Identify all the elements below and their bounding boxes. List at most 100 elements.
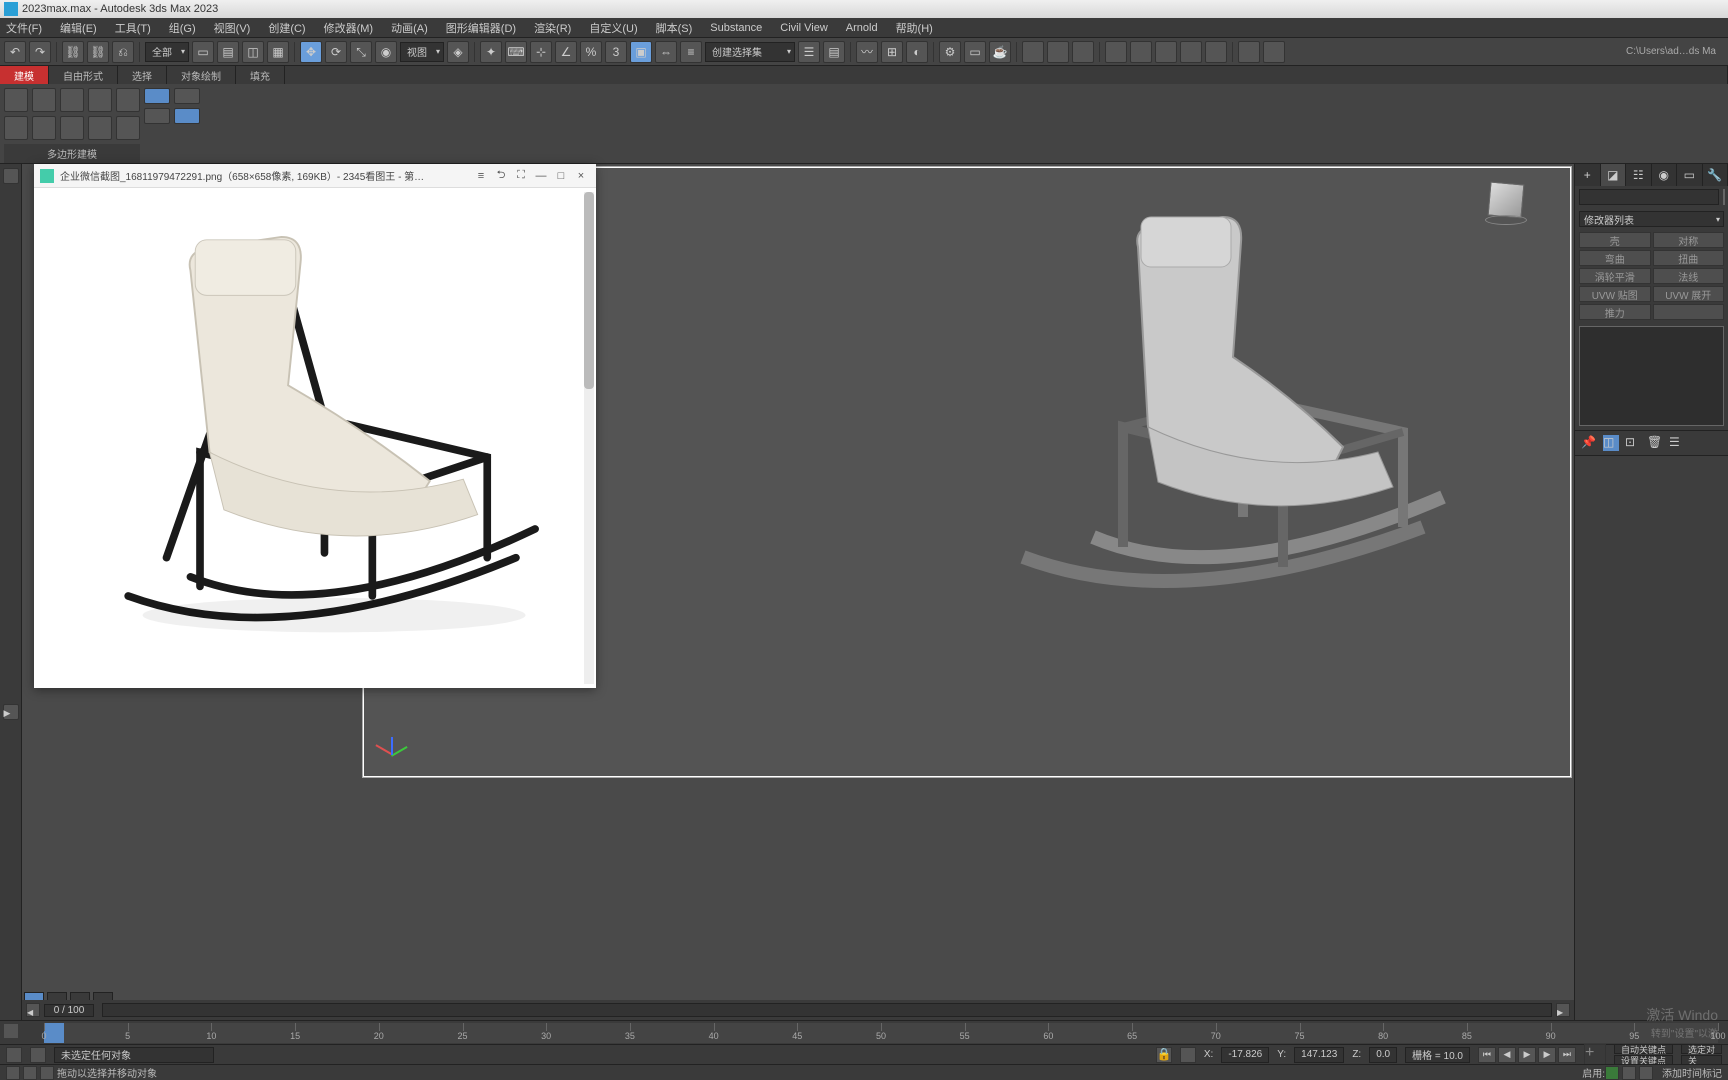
ribbon-tab-modeling[interactable]: 建模 — [0, 66, 49, 84]
isolate-button[interactable] — [1180, 1047, 1196, 1063]
menu-substance[interactable]: Substance — [710, 22, 762, 34]
modifier-stack[interactable] — [1579, 326, 1724, 426]
mod-empty-button[interactable] — [1653, 304, 1725, 320]
tb-extra-5[interactable] — [1130, 41, 1152, 63]
select-move-button[interactable]: ✥ — [300, 41, 322, 63]
select-scale-button[interactable]: ⤡ — [350, 41, 372, 63]
mod-symmetry-button[interactable]: 对称 — [1653, 232, 1725, 248]
poly-element-button[interactable] — [116, 88, 140, 112]
tb-extra-1[interactable] — [1022, 41, 1044, 63]
edit-named-sel-button[interactable]: ▣ — [630, 41, 652, 63]
menu-create[interactable]: 创建(C) — [268, 20, 305, 36]
window-crossing-button[interactable]: ▦ — [267, 41, 289, 63]
coord-y-input[interactable]: 147.123 — [1294, 1047, 1344, 1063]
poly-vertex-button[interactable] — [4, 88, 28, 112]
tb-extra-8[interactable] — [1205, 41, 1227, 63]
link-button[interactable]: ⛓ — [62, 41, 84, 63]
goto-end-button[interactable]: ⏭ — [1558, 1047, 1576, 1063]
show-end-result-button[interactable]: ◫ — [1603, 435, 1619, 451]
menu-edit[interactable]: 编辑(E) — [60, 20, 97, 36]
mod-turbosmooth-button[interactable]: 涡轮平滑 — [1579, 268, 1651, 284]
menu-file[interactable]: 文件(F) — [6, 20, 42, 36]
ribbon-tab-populate[interactable]: 填充 — [236, 66, 285, 84]
image-viewer-full-button[interactable]: ⛶ — [512, 167, 530, 185]
poly-btn-a[interactable] — [4, 116, 28, 140]
scrollbar-thumb[interactable] — [584, 192, 594, 389]
poly-btn-d[interactable] — [88, 116, 112, 140]
render-setup-button[interactable]: ⚙ — [939, 41, 961, 63]
rib-toggle-3[interactable] — [144, 108, 170, 124]
cmd-tab-create[interactable]: + — [1575, 164, 1601, 186]
menu-script[interactable]: 脚本(S) — [656, 20, 693, 36]
image-viewer-max-button[interactable]: □ — [552, 167, 570, 185]
lock-selection-button[interactable]: 🔒 — [1156, 1047, 1172, 1063]
mod-normal-button[interactable]: 法线 — [1653, 268, 1725, 284]
render-button[interactable]: ☕ — [989, 41, 1011, 63]
redo-button[interactable]: ↷ — [29, 41, 51, 63]
scene-explorer-toggle[interactable] — [3, 168, 19, 184]
time-slider-prev[interactable]: ◀ — [26, 1003, 40, 1017]
menu-civilview[interactable]: Civil View — [780, 22, 827, 34]
coord-x-input[interactable]: -17.826 — [1221, 1047, 1269, 1063]
image-viewer-titlebar[interactable]: 企业微信截图_16811979472291.png（658×658像素, 169… — [34, 164, 596, 188]
ribbon-tab-objectpaint[interactable]: 对象绘制 — [167, 66, 236, 84]
cmd-tab-display[interactable]: ▭ — [1677, 164, 1703, 186]
render-frame-button[interactable]: ▭ — [964, 41, 986, 63]
menu-arnold[interactable]: Arnold — [846, 22, 878, 34]
layer-button[interactable]: ☰ — [798, 41, 820, 63]
undo-button[interactable]: ↶ — [4, 41, 26, 63]
poly-btn-c[interactable] — [60, 116, 84, 140]
cmd-tab-motion[interactable]: ◉ — [1652, 164, 1678, 186]
select-name-button[interactable]: ▤ — [217, 41, 239, 63]
unlink-button[interactable]: ⛓ — [87, 41, 109, 63]
menu-group[interactable]: 组(G) — [169, 20, 196, 36]
cmd-tab-utilities[interactable]: 🔧 — [1703, 164, 1728, 186]
poly-btn-e[interactable] — [116, 116, 140, 140]
prompt-icon-1[interactable] — [6, 1066, 20, 1080]
enable-toggle-3[interactable] — [1639, 1066, 1653, 1080]
poly-btn-b[interactable] — [32, 116, 56, 140]
percent-snap-button[interactable]: % — [580, 41, 602, 63]
ribbon-tab-freeform[interactable]: 自由形式 — [49, 66, 118, 84]
play-button[interactable]: ▶ — [1518, 1047, 1536, 1063]
poly-border-button[interactable] — [60, 88, 84, 112]
cmd-tab-hierarchy[interactable]: ☷ — [1626, 164, 1652, 186]
named-selection-dropdown[interactable]: 创建选择集 — [705, 42, 795, 62]
cmd-tab-modify[interactable]: ◪ — [1601, 164, 1627, 186]
menu-customize[interactable]: 自定义(U) — [589, 20, 637, 36]
timeline-track[interactable]: 0510152025303540455055606570758085909510… — [44, 1023, 1718, 1043]
poly-polygon-button[interactable] — [88, 88, 112, 112]
manipulate-button[interactable]: ✦ — [480, 41, 502, 63]
snap-button[interactable]: ⊹ — [530, 41, 552, 63]
prompt-icon-3[interactable] — [40, 1066, 54, 1080]
tb-extra-9[interactable] — [1238, 41, 1260, 63]
add-time-tag-label[interactable]: 添加时间标记 — [1662, 1065, 1722, 1080]
mod-bend-button[interactable]: 弯曲 — [1579, 250, 1651, 266]
poly-edge-button[interactable] — [32, 88, 56, 112]
mod-twist-button[interactable]: 扭曲 — [1653, 250, 1725, 266]
spinner-snap-button[interactable]: 3 — [605, 41, 627, 63]
listener-button[interactable] — [30, 1047, 46, 1063]
prompt-icon-2[interactable] — [23, 1066, 37, 1080]
menu-help[interactable]: 帮助(H) — [896, 20, 933, 36]
image-viewer-more-button[interactable]: ≡ — [472, 167, 490, 185]
nav-plus-button[interactable]: + — [1584, 1044, 1606, 1066]
menu-modifiers[interactable]: 修改器(M) — [324, 20, 374, 36]
tb-extra-4[interactable] — [1105, 41, 1127, 63]
timeline-current-marker[interactable] — [44, 1023, 64, 1043]
mod-uvwunwrap-button[interactable]: UVW 展开 — [1653, 286, 1725, 302]
mod-push-button[interactable]: 推力 — [1579, 304, 1651, 320]
coord-z-input[interactable]: 0.0 — [1369, 1047, 1397, 1063]
scene-explorer-expand[interactable]: ▶ — [3, 704, 19, 720]
next-frame-button[interactable]: ▶ — [1538, 1047, 1556, 1063]
menu-view[interactable]: 视图(V) — [214, 20, 251, 36]
curve-editor-button[interactable]: 〰 — [856, 41, 878, 63]
image-viewer-window[interactable]: 企业微信截图_16811979472291.png（658×658像素, 169… — [34, 164, 596, 688]
mod-uvwmap-button[interactable]: UVW 贴图 — [1579, 286, 1651, 302]
enable-toggle-1[interactable] — [1605, 1066, 1619, 1080]
bind-button[interactable]: ⎌ — [112, 41, 134, 63]
image-viewer-restore-button[interactable]: ⮌ — [492, 167, 510, 185]
angle-snap-button[interactable]: ∠ — [555, 41, 577, 63]
menu-graph[interactable]: 图形编辑器(D) — [446, 20, 516, 36]
mod-shell-button[interactable]: 壳 — [1579, 232, 1651, 248]
